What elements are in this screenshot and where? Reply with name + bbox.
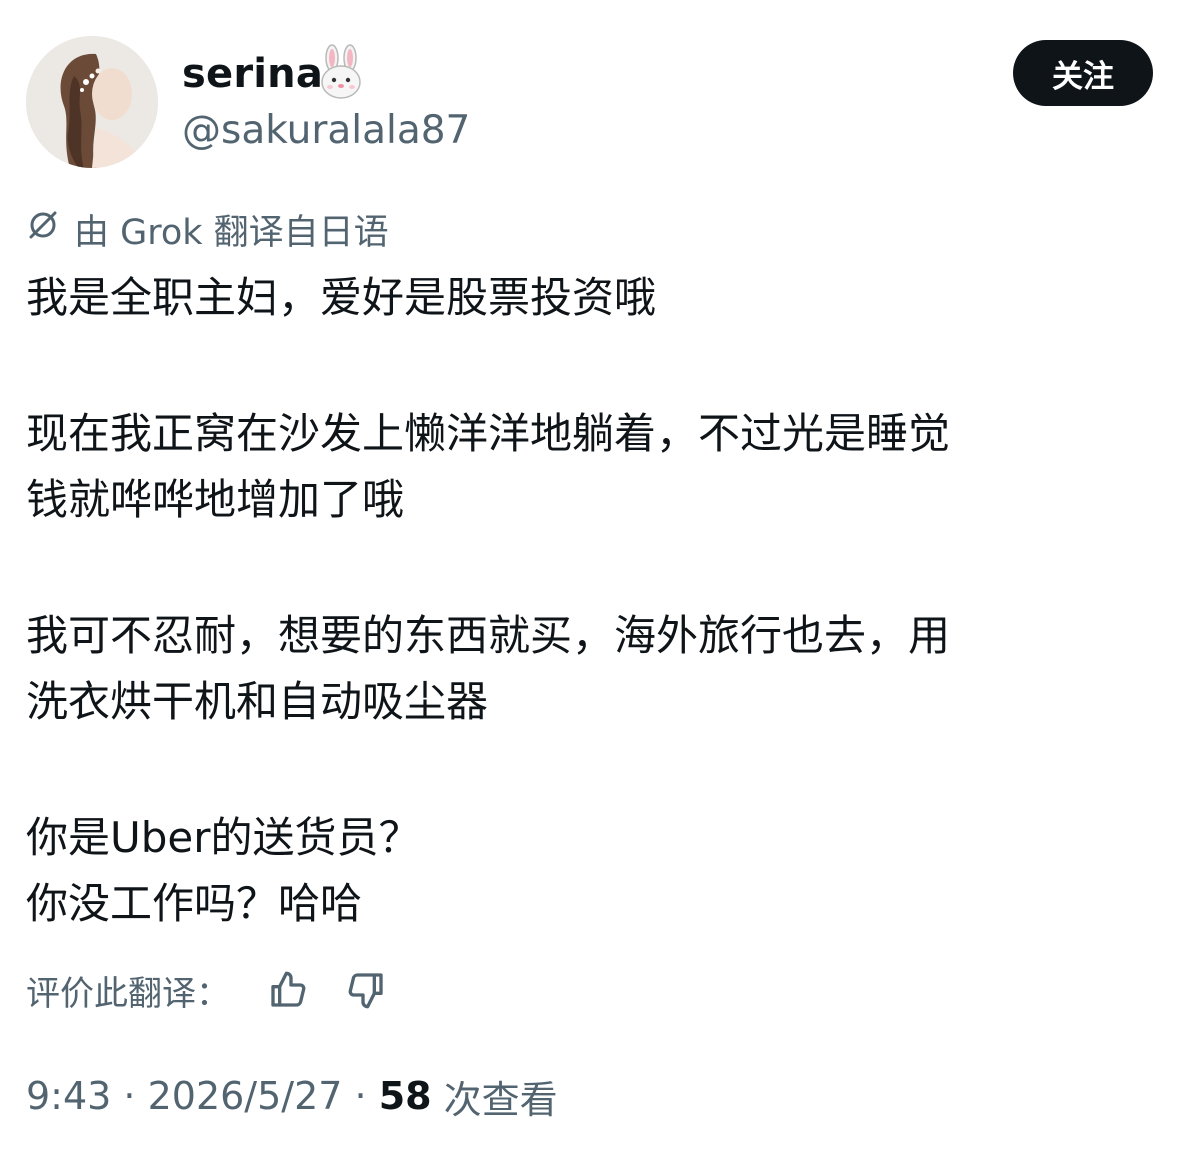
tweet-paragraph-3-line-1: 我可不忍耐，想要的东西就买，海外旅行也去，用 — [26, 611, 951, 660]
tweet-paragraph-2-line-1: 现在我正窝在沙发上懒洋洋地躺着，不过光是睡觉 — [26, 409, 951, 458]
tweet-header: serina @sakuralala87 关注 — [0, 0, 1200, 175]
meta-separator: · — [342, 1074, 379, 1118]
avatar-photo — [26, 36, 158, 168]
tweet-paragraph-4-line-1: 你是Uber的送货员？ — [26, 813, 421, 862]
tweet-paragraph-1: 我是全职主妇，爱好是股票投资哦 — [26, 273, 657, 322]
tweet-meta: 9:43 · 2026/5/27 · 58 次查看 — [26, 1070, 558, 1122]
translation-note-text: 由 Grok 翻译自日语 — [74, 212, 389, 253]
follow-button[interactable]: 关注 — [1013, 40, 1153, 106]
views-count: 58 — [378, 1074, 432, 1118]
tweet-paragraph-2-line-2: 钱就哗哗地增加了哦 — [26, 475, 405, 524]
translate-icon — [26, 208, 74, 251]
thumbs-up-icon[interactable] — [260, 962, 316, 1018]
meta-separator: · — [111, 1074, 148, 1118]
rate-translation-label: 评价此翻译： — [26, 973, 230, 1014]
tweet-date[interactable]: 2026/5/27 — [148, 1074, 343, 1118]
tweet-paragraph-4-line-2: 你没工作吗？哈哈 — [26, 879, 363, 928]
display-name[interactable]: serina — [182, 50, 323, 98]
rabbit-face-icon — [316, 44, 366, 100]
tweet-detail-page: serina @sakuralala87 关注 由 Grok 翻译自日语 我是全… — [0, 0, 1200, 1156]
tweet-time[interactable]: 9:43 — [26, 1074, 111, 1118]
tweet-paragraph-3-line-2: 洗衣烘干机和自动吸尘器 — [26, 677, 489, 726]
thumbs-down-icon[interactable] — [338, 962, 394, 1018]
user-handle[interactable]: @sakuralala87 — [182, 108, 470, 154]
avatar[interactable] — [26, 36, 158, 168]
rate-translation-row: 评价此翻译： — [26, 962, 394, 1018]
translation-note[interactable]: 由 Grok 翻译自日语 — [26, 205, 389, 253]
views-label: 次查看 — [431, 1077, 558, 1122]
tweet-text: 我是全职主妇，爱好是股票投资哦 现在我正窝在沙发上懒洋洋地躺着，不过光是睡觉 钱… — [26, 265, 1176, 937]
